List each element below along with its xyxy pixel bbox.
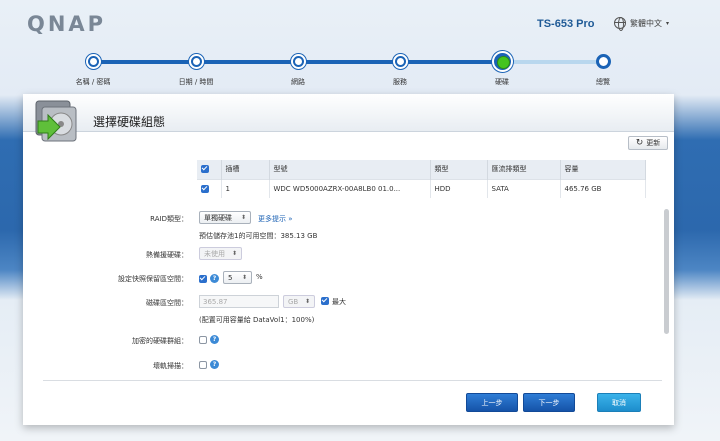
select-arrow-icon: ⬍ — [240, 214, 246, 221]
more-tips-link[interactable]: 更多提示 » — [258, 214, 293, 224]
col-header: 插槽 — [221, 160, 270, 179]
globe-icon — [614, 17, 626, 31]
hot-spare-value: 未使用 — [204, 249, 225, 258]
step-dot-2 — [189, 54, 204, 69]
select-arrow-icon: ⬍ — [304, 298, 310, 305]
step-label: 網路 — [291, 78, 305, 86]
step-label: 日期 / 時間 — [178, 78, 214, 86]
hot-spare-label: 熱備援硬碟： — [146, 251, 188, 259]
select-all-cell[interactable] — [197, 160, 222, 179]
language-selector[interactable]: 繁體中文 ▾ — [614, 17, 670, 31]
row-select-cell[interactable] — [197, 178, 222, 198]
capacity-cell: 465.76 GB — [560, 178, 646, 198]
raid-type-select[interactable]: 單獨硬碟 ⬍ — [199, 211, 251, 224]
refresh-button[interactable]: ↻ 更新 — [628, 136, 668, 150]
step-label: 總覽 — [596, 78, 610, 86]
bus-cell: SATA — [487, 178, 561, 198]
table-header-row: 插槽 型號 類型 匯流排類型 容量 — [197, 160, 646, 179]
bad-block-scan-checkbox[interactable] — [199, 361, 207, 369]
next-button[interactable]: 下一步 — [523, 393, 575, 412]
max-size-checkbox[interactable] — [321, 297, 329, 305]
volume-unit-select[interactable]: GB ⬍ — [283, 295, 315, 308]
snapshot-reserve-label: 設定快照保留區空間： — [118, 275, 188, 283]
row-checkbox[interactable] — [201, 184, 209, 193]
volume-size-input[interactable]: 365.87 — [199, 295, 279, 308]
refresh-icon: ↻ — [635, 138, 644, 148]
hard-disk-icon — [35, 100, 77, 142]
slot-cell: 1 — [221, 178, 270, 198]
volume-space-label: 磁碟區空間： — [146, 299, 188, 307]
percent-unit: % — [256, 273, 263, 281]
raid-type-label: RAID類型： — [150, 215, 188, 223]
step-dot-5-current — [492, 51, 513, 72]
select-arrow-icon: ⬍ — [241, 274, 247, 281]
help-icon[interactable]: ? — [210, 335, 219, 344]
dialog-title: 選擇硬碟組態 — [93, 115, 166, 129]
raid-type-value: 單獨硬碟 — [204, 213, 232, 222]
table-row[interactable]: 1 WDC WD5000AZRX-00A8LB0 01.0... HDD SAT… — [197, 178, 646, 198]
select-all-checkbox[interactable] — [201, 165, 209, 174]
footer-divider — [43, 380, 662, 381]
col-header: 型號 — [269, 160, 431, 179]
volume-allocation-note: (配置可用容量給 DataVol1：100%) — [199, 316, 315, 324]
volume-unit-value: GB — [288, 297, 299, 306]
step-label: 名稱 / 密碼 — [75, 78, 111, 86]
select-arrow-icon: ⬍ — [231, 250, 237, 257]
refresh-label: 更新 — [646, 139, 661, 147]
col-header: 匯流排類型 — [487, 160, 561, 179]
snapshot-percent-select[interactable]: 5 ⬍ — [223, 271, 252, 284]
model-cell: WDC WD5000AZRX-00A8LB0 01.0... — [269, 178, 431, 198]
step-label: 硬碟 — [495, 78, 509, 86]
bad-block-scan-label: 壞軌掃描： — [153, 362, 188, 370]
model-name: TS-653 Pro — [537, 18, 595, 30]
step-label: 服務 — [393, 78, 407, 86]
dialog-scrollbar[interactable] — [664, 209, 669, 334]
language-label: 繁體中文 — [630, 18, 662, 28]
max-size-label: 最大 — [332, 298, 346, 306]
step-dot-4 — [393, 54, 408, 69]
qnap-logo: QNAP — [27, 12, 107, 36]
step-dot-1 — [86, 54, 101, 69]
encryption-checkbox[interactable] — [199, 336, 207, 344]
snapshot-percent-value: 5 — [228, 273, 233, 282]
hot-spare-select[interactable]: 未使用 ⬍ — [199, 247, 242, 260]
help-icon[interactable]: ? — [210, 360, 219, 369]
type-cell: HDD — [430, 178, 488, 198]
col-header: 類型 — [430, 160, 488, 179]
estimated-capacity-text: 預估儲存池1的可用空間：385.13 GB — [199, 232, 318, 240]
disk-table: 插槽 型號 類型 匯流排類型 容量 1 WDC WD5000AZRX-00A8L… — [197, 160, 646, 198]
col-header: 容量 — [560, 160, 646, 179]
disk-config-dialog: 選擇硬碟組態 ↻ 更新 插槽 型號 類型 匯流排類型 容量 1 WDC WD50… — [23, 94, 674, 425]
chevron-down-icon: ▾ — [666, 19, 670, 27]
step-dot-6 — [596, 54, 611, 69]
back-button[interactable]: 上一步 — [466, 393, 518, 412]
cancel-button[interactable]: 取消 — [597, 393, 641, 412]
encryption-label: 加密的硬碟群組： — [132, 337, 188, 345]
snapshot-reserve-checkbox[interactable] — [199, 275, 207, 283]
help-icon[interactable]: ? — [210, 274, 219, 283]
step-dot-3 — [291, 54, 306, 69]
